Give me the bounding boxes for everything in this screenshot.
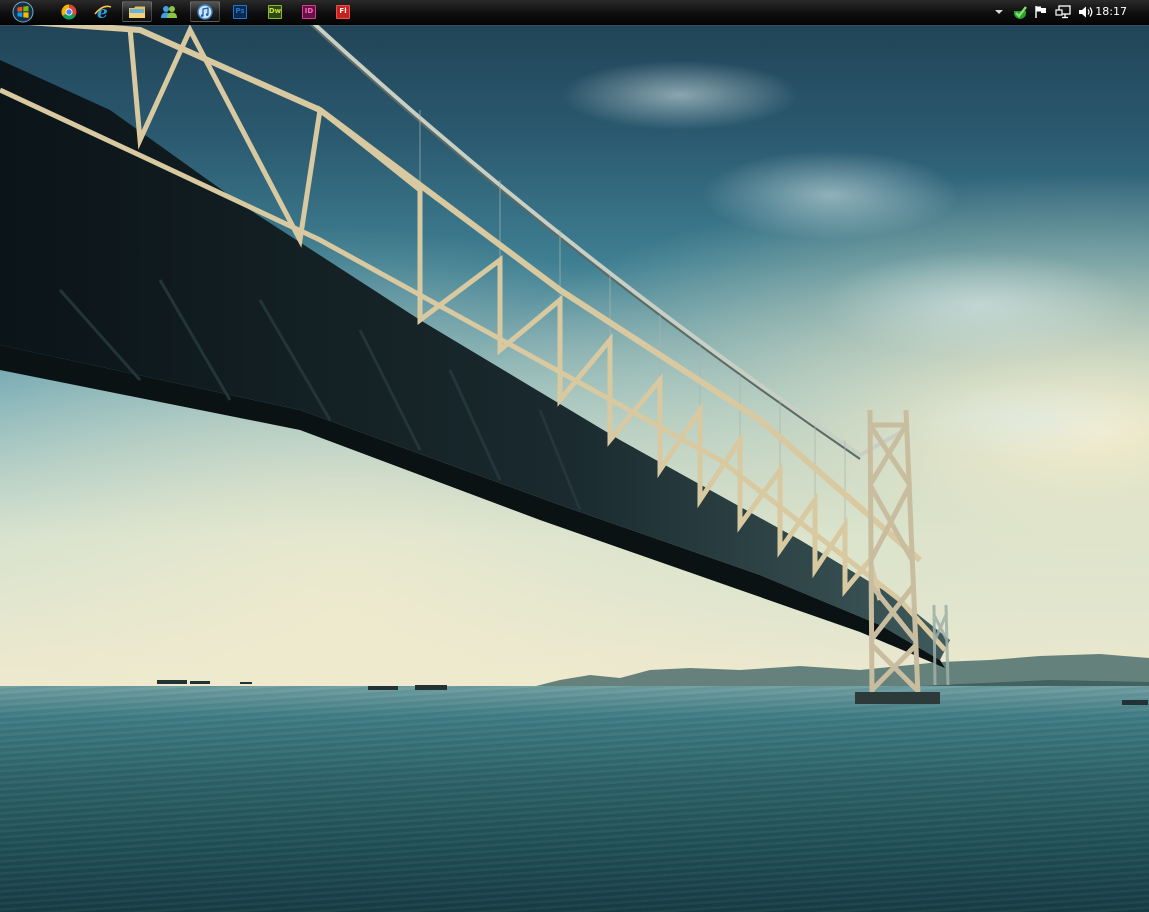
show-hidden-icons-button[interactable] [993,3,1005,21]
dreamweaver-label: Dw [268,7,282,15]
start-button[interactable] [10,0,35,24]
chrome-icon [61,3,77,20]
flash-icon: Fl [336,4,350,19]
security-tray-button[interactable] [1011,3,1029,21]
ships [157,680,1148,705]
messenger-icon [161,5,177,18]
taskbar-messenger-button[interactable] [154,1,184,22]
taskbar-itunes-button[interactable] [190,1,220,22]
taskbar-flash-button[interactable]: Fl [328,1,358,22]
security-check-icon [1014,6,1027,19]
action-center-button[interactable] [1033,3,1049,21]
tray-clock[interactable]: 18:17 [1095,0,1127,24]
indesign-icon: ID [302,4,316,19]
photoshop-label: Ps [235,7,245,15]
indesign-label: ID [304,7,314,15]
network-icon [1055,5,1071,19]
taskbar-indesign-button[interactable]: ID [294,1,324,22]
volume-icon [1079,6,1093,18]
show-hidden-icons-chevron-icon [995,10,1003,14]
folder-icon [129,6,145,18]
taskbar-windows-explorer-button[interactable] [122,1,152,22]
volume-button[interactable] [1077,3,1095,21]
itunes-icon [197,3,213,20]
system-tray: 18:17 [979,0,1149,24]
taskbar-dreamweaver-button[interactable]: Dw [260,1,290,22]
photoshop-icon: Ps [233,4,247,19]
flash-label: Fl [339,7,347,15]
network-button[interactable] [1055,3,1071,21]
dreamweaver-icon: Dw [268,4,282,19]
desktop-wallpaper[interactable] [0,0,1149,912]
action-center-flag-icon [1035,6,1046,18]
taskbar-photoshop-button[interactable]: Ps [225,1,255,22]
taskbar-internet-explorer-button[interactable]: e [88,1,118,22]
taskbar: e Ps Dw ID Fl 18:17 [0,0,1149,25]
windows-start-orb-icon [12,1,33,23]
wallpaper-bridge [0,17,1148,705]
internet-explorer-icon: e [94,3,112,21]
taskbar-chrome-button[interactable] [54,1,84,22]
